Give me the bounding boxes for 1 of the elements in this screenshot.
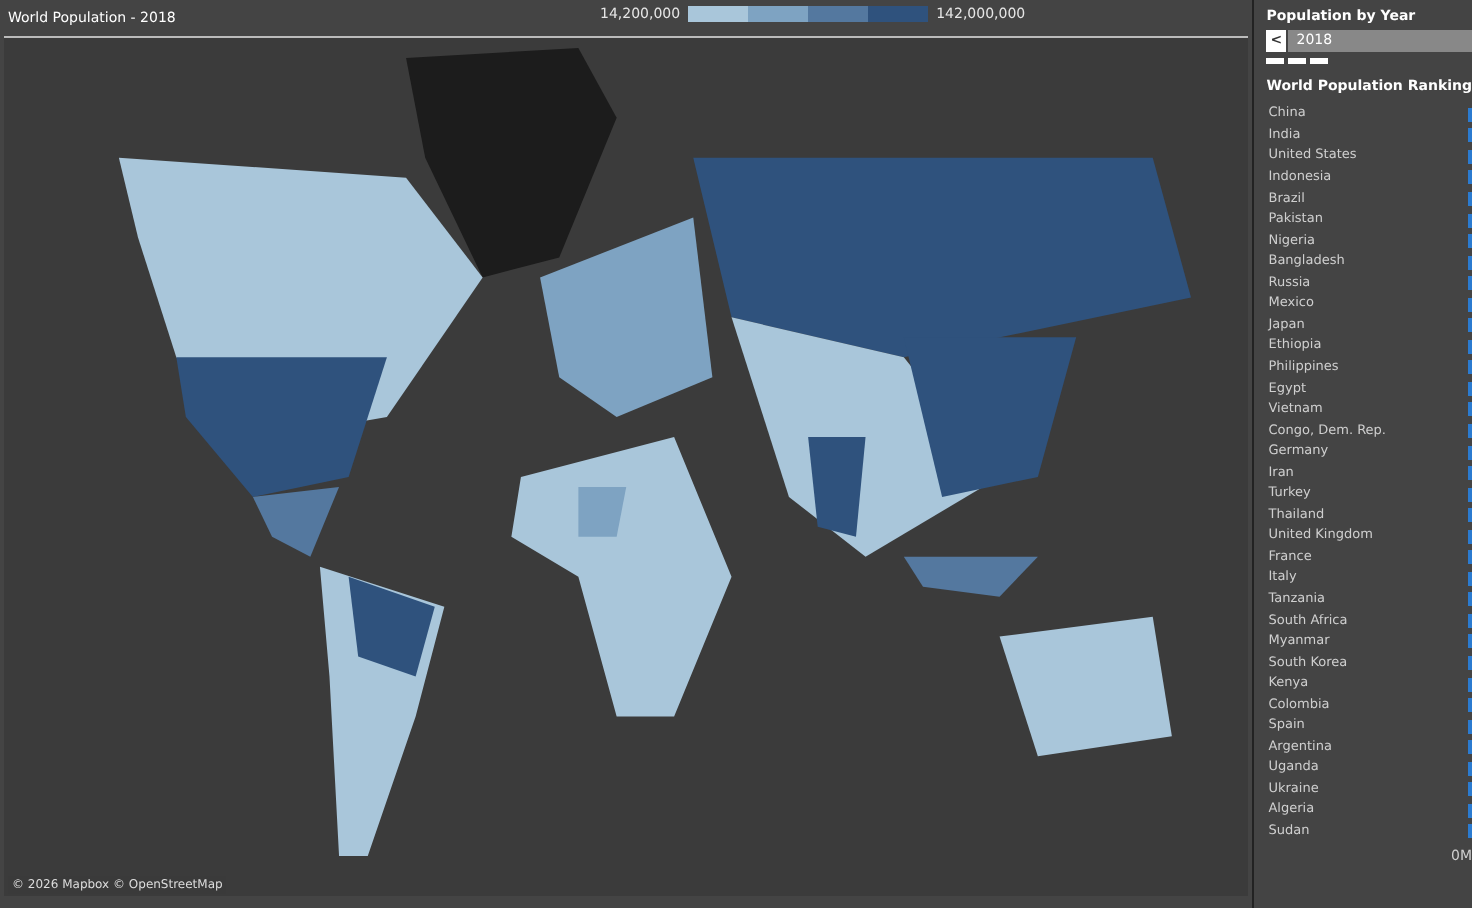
playback-dashes-icon: [1266, 57, 1331, 63]
